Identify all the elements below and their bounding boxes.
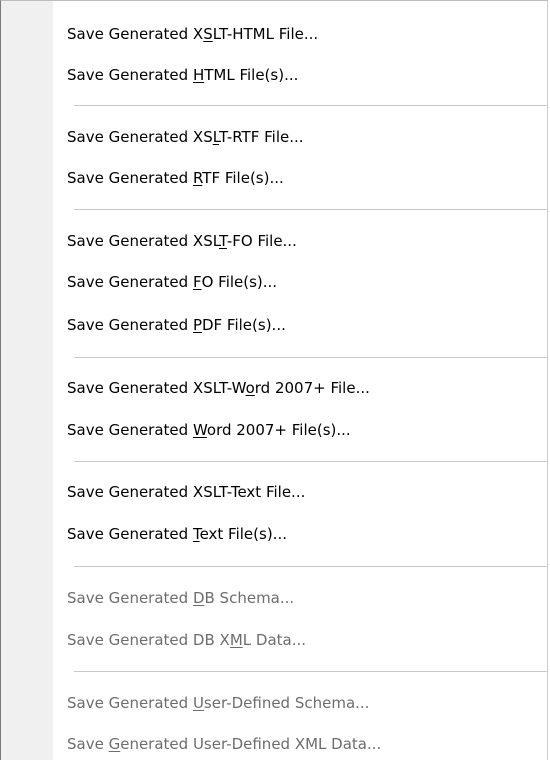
menu-item-save-pdf-files[interactable]: Save Generated PDF File(s)...	[1, 306, 547, 344]
menu-item-save-db-schema: Save Generated DB Schema...	[67, 589, 295, 607]
menu-item-save-user-defined-schema: Save Generated User-Defined Schema...	[67, 694, 370, 712]
menu-item-save-html-files[interactable]: Save Generated HTML File(s)...	[1, 56, 547, 94]
menu-separator	[74, 461, 547, 462]
menu-separator	[74, 209, 547, 210]
menu-item-save-db-xml-data: Save Generated DB XML Data...	[67, 631, 307, 649]
save-generated-files-menu: Save Generated XSLT-HTML File... Save Ge…	[0, 0, 548, 760]
menu-item-save-xslt-html-file[interactable]: Save Generated XSLT-HTML File...	[1, 15, 547, 53]
menu-item-save-fo-files[interactable]: Save Generated FO File(s)...	[1, 263, 547, 301]
menu-separator	[74, 566, 547, 567]
menu-separator	[74, 357, 547, 358]
menu-item-save-rtf-files[interactable]: Save Generated RTF File(s)...	[1, 159, 547, 197]
menu-separator	[74, 105, 547, 106]
menu-item-save-xslt-word-file[interactable]: Save Generated XSLT-Word 2007+ File...	[1, 369, 547, 407]
menu-item-save-word-files[interactable]: Save Generated Word 2007+ File(s)...	[1, 411, 547, 449]
menu-item-save-user-defined-xml-data: Save Generated User-Defined XML Data...	[67, 735, 382, 753]
menu-separator	[74, 671, 547, 672]
menu-item-save-xslt-text-file[interactable]: Save Generated XSLT-Text File...	[1, 473, 547, 511]
menu-item-save-xslt-fo-file[interactable]: Save Generated XSLT-FO File...	[1, 222, 547, 260]
menu-item-save-text-files[interactable]: Save Generated Text File(s)...	[1, 515, 547, 553]
menu-item-save-xslt-rtf-file[interactable]: Save Generated XSLT-RTF File...	[1, 118, 547, 156]
